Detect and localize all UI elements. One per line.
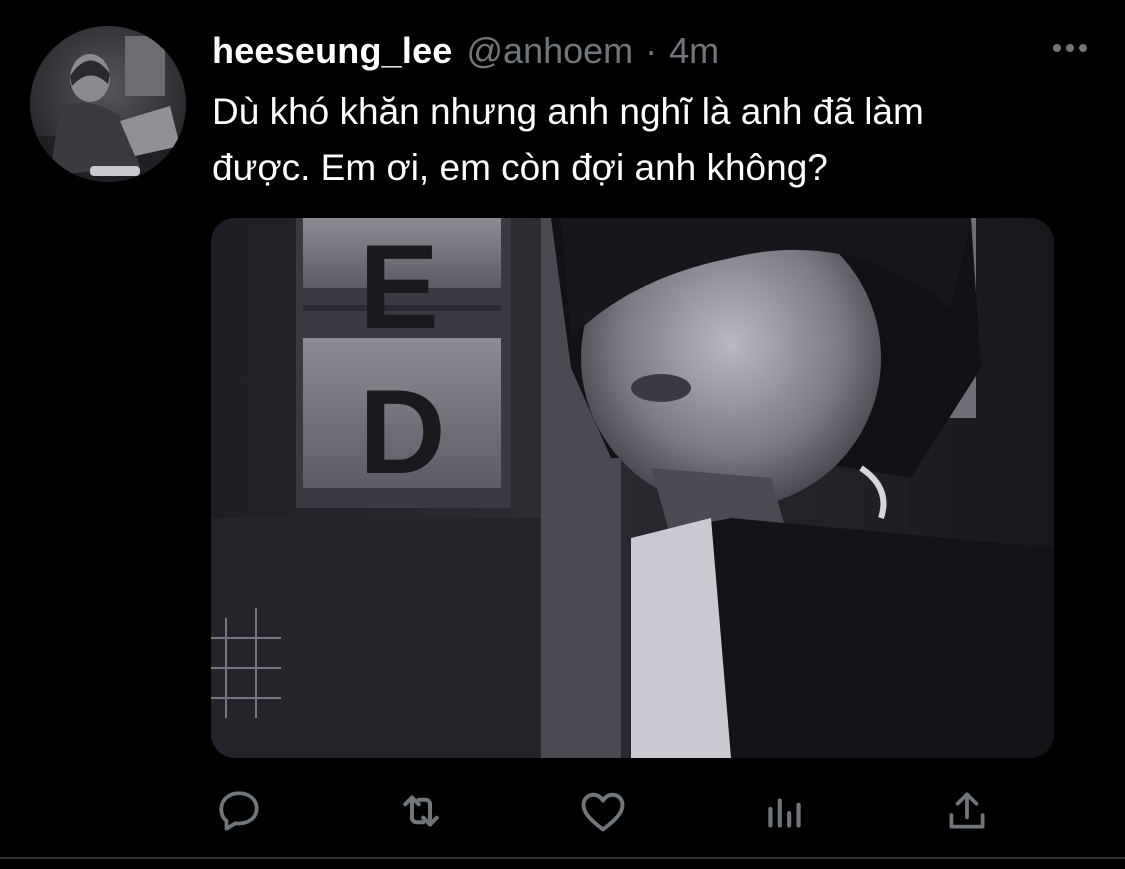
heart-icon[interactable] xyxy=(576,784,630,838)
tweet-text: Dù khó khăn nhưng anh nghĩ là anh đã làm… xyxy=(212,84,1092,196)
timestamp[interactable]: 4m xyxy=(669,30,719,72)
tweet-text-line: Dù khó khăn nhưng anh nghĩ là anh đã làm xyxy=(212,91,924,132)
tweet[interactable]: heeseung_lee @anhoem · 4m Dù khó khăn nh… xyxy=(0,0,1125,869)
display-name[interactable]: heeseung_lee xyxy=(212,30,453,72)
user-handle[interactable]: @anhoem xyxy=(467,30,634,72)
tweet-media-image[interactable]: E D xyxy=(211,218,1054,758)
separator-dot: · xyxy=(645,30,658,71)
analytics-icon[interactable] xyxy=(758,784,812,838)
share-icon[interactable] xyxy=(940,784,994,838)
divider xyxy=(0,857,1125,859)
sign-letter-e: E xyxy=(359,220,439,354)
avatar[interactable] xyxy=(30,26,186,182)
sign-letter-d: D xyxy=(359,365,446,499)
reply-icon[interactable] xyxy=(212,784,266,838)
tweet-actions xyxy=(212,784,1002,838)
retweet-icon[interactable] xyxy=(394,784,448,838)
more-horizontal-icon[interactable] xyxy=(1053,44,1087,52)
tweet-text-line: được. Em ơi, em còn đợi anh không? xyxy=(212,147,828,188)
tweet-header: heeseung_lee @anhoem · 4m xyxy=(212,30,719,78)
